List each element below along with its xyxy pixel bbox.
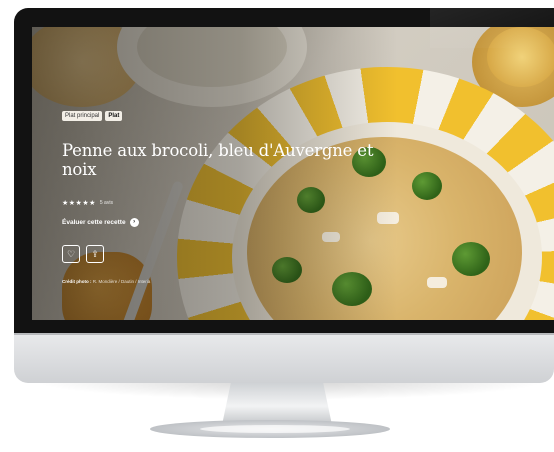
favorite-button[interactable]: ♡ [62, 245, 80, 263]
heart-icon: ♡ [66, 249, 76, 259]
evaluate-label: Évaluer cette recette [62, 219, 126, 226]
share-icon: ⇪ [91, 249, 99, 259]
monitor-stand-neck [222, 383, 332, 425]
credit-label: Crédit photo : [62, 279, 92, 284]
evaluate-recipe-link[interactable]: Évaluer cette recette › [62, 218, 139, 227]
tag-type[interactable]: Plat [105, 111, 123, 121]
photo-credit: Crédit photo : R. Mondière / Dautin / In… [62, 279, 150, 284]
share-button[interactable]: ⇪ [86, 245, 104, 263]
screen: Plat principal Plat Penne aux brocoli, b… [32, 27, 554, 320]
rating: ★★★★★ 5 avis [62, 199, 113, 207]
monitor-chin [14, 333, 554, 383]
monitor-base-highlight [200, 425, 350, 433]
rating-stars: ★★★★★ [62, 200, 96, 207]
credit-value: R. Mondière / Dautin / Interia [92, 279, 151, 284]
tag-category[interactable]: Plat principal [62, 111, 103, 121]
rating-votes[interactable]: 5 avis [100, 200, 113, 206]
recipe-tags: Plat principal Plat [62, 111, 123, 121]
recipe-actions: ♡ ⇪ [62, 245, 104, 263]
chevron-right-icon: › [129, 218, 139, 227]
recipe-title: Penne aux brocoli, bleu d'Auvergne et no… [62, 141, 374, 179]
bezel-glare [430, 8, 554, 48]
